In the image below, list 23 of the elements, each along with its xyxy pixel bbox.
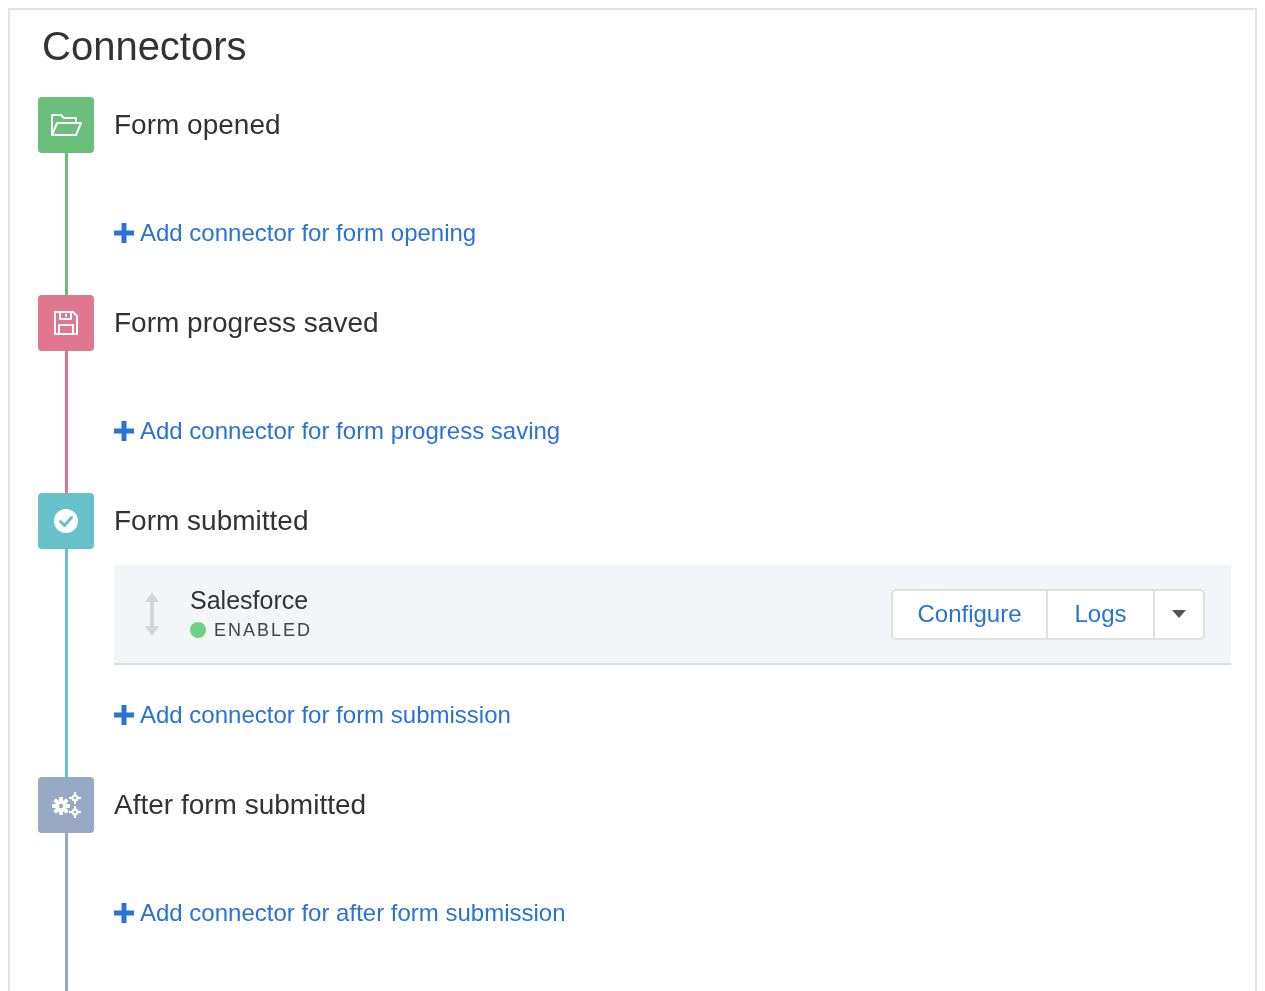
add-connector-link[interactable]: Add connector for after form submission [114, 901, 566, 925]
plus-icon [114, 903, 134, 923]
add-connector-link[interactable]: Add connector for form opening [114, 221, 477, 245]
stage-title: Form opened [114, 108, 282, 142]
add-connector-link[interactable]: Add connector for form progress saving [114, 419, 561, 443]
plus-icon [114, 421, 134, 441]
drag-handle-icon[interactable] [144, 592, 160, 636]
folder-icon [50, 112, 82, 138]
stage-title: Form progress saved [114, 306, 380, 340]
gears-icon [50, 791, 82, 819]
connector-button[interactable]: Configure [893, 590, 1048, 638]
page-title: Connectors [41, 23, 248, 70]
status-label: ENABLED [214, 618, 313, 642]
connector-name: Salesforce [190, 584, 310, 615]
plus-icon [114, 705, 134, 725]
save-icon [53, 310, 79, 336]
caret-icon [1172, 610, 1186, 618]
stage-title: Form submitted [114, 504, 310, 538]
add-connector-link[interactable]: Add connector for form submission [114, 703, 511, 727]
connector-button[interactable]: Logs [1048, 590, 1155, 638]
check-circle-icon [53, 508, 79, 534]
plus-icon [114, 223, 134, 243]
stage-title: After form submitted [114, 788, 368, 822]
